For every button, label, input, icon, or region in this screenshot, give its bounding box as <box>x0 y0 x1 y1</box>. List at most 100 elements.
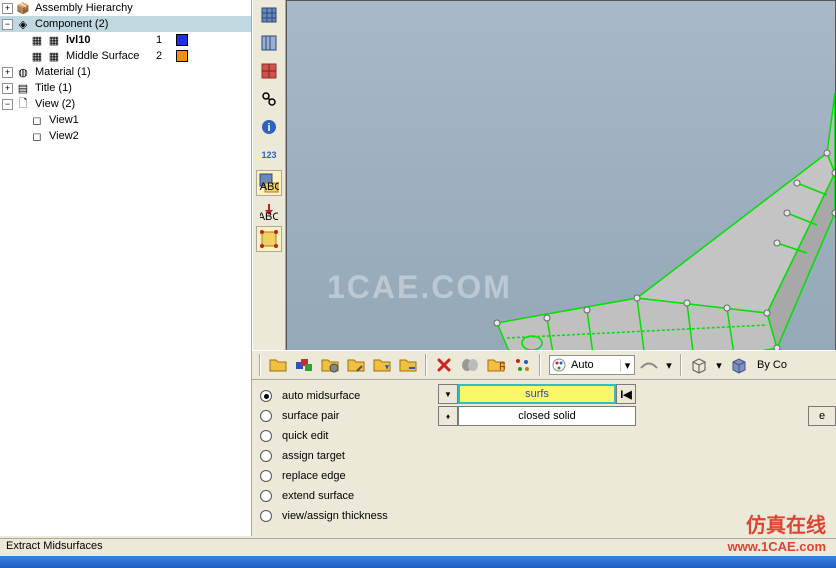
assembly-icon: 📦 <box>16 1 30 15</box>
dropdown-icon[interactable]: ▾ <box>620 359 634 372</box>
status-bar: Extract Midsurfaces <box>0 538 836 556</box>
tree-item-view-child[interactable]: ◻ View1 <box>0 112 251 128</box>
view-icon: 🗋 <box>16 97 30 111</box>
radio-icon[interactable] <box>260 430 272 442</box>
radio-icon[interactable] <box>260 490 272 502</box>
folder-ref-button[interactable]: R <box>484 353 508 377</box>
byco-label: By Co <box>757 359 787 371</box>
radio-label: surface pair <box>282 410 339 422</box>
component-index: 2 <box>156 50 162 62</box>
tree-label: lvl10 <box>64 34 92 46</box>
tree-label: Middle Surface <box>64 50 141 62</box>
tree-label: Material (1) <box>33 66 93 78</box>
tree-item-view[interactable]: − 🗋 View (2) <box>0 96 251 112</box>
taskbar[interactable] <box>0 556 836 568</box>
tree-item-comp-child[interactable]: ▦ ▦ Middle Surface 2 <box>0 48 251 64</box>
tree-item-component[interactable]: − ◈ Component (2) <box>0 16 251 32</box>
option-radio-row[interactable]: extend surface <box>260 486 828 506</box>
selector-toggle-button[interactable]: ♦ <box>438 406 458 426</box>
arrow-down-button[interactable]: ABC <box>256 198 282 224</box>
expand-icon[interactable]: + <box>2 3 13 14</box>
display-mode-3-button[interactable] <box>256 58 282 84</box>
folder-button[interactable] <box>266 353 290 377</box>
display-mode-1-button[interactable] <box>256 2 282 28</box>
status-text: Extract Midsurfaces <box>6 540 103 552</box>
tree-item-material[interactable]: + ◍ Material (1) <box>0 64 251 80</box>
selector-toggle-button[interactable]: ▼ <box>438 384 458 404</box>
tree-label: View (2) <box>33 98 77 110</box>
scatter-button[interactable] <box>510 353 534 377</box>
component-index: 1 <box>156 34 162 46</box>
collapse-icon[interactable]: − <box>2 19 13 30</box>
folder-wrench-button[interactable] <box>344 353 368 377</box>
mesh-icon: ▦ <box>47 33 61 47</box>
tree-label: Assembly Hierarchy <box>33 2 135 14</box>
svg-text:ABC: ABC <box>260 211 278 220</box>
radio-icon[interactable] <box>260 410 272 422</box>
dropdown-icon[interactable]: ▾ <box>663 353 675 377</box>
radio-label: extend surface <box>282 490 354 502</box>
tree-label: Component (2) <box>33 18 110 30</box>
color-swatch[interactable] <box>176 34 188 46</box>
shaded-button[interactable] <box>458 353 482 377</box>
find-button[interactable] <box>256 86 282 112</box>
tree-item-view-child[interactable]: ◻ View2 <box>0 128 251 144</box>
view-icon: ◻ <box>30 113 44 127</box>
svg-text:i: i <box>267 122 270 134</box>
material-icon: ◍ <box>16 65 30 79</box>
folder-arrow-button[interactable] <box>396 353 420 377</box>
color-swatch[interactable] <box>176 50 188 62</box>
svg-text:ABC: ABC <box>260 181 279 193</box>
radio-icon[interactable] <box>260 390 272 402</box>
components-button[interactable] <box>292 353 316 377</box>
radio-label: assign target <box>282 450 345 462</box>
horizontal-toolbar: R Auto ▾ ▾ ▾ By Co <box>252 350 836 380</box>
tree-item-title[interactable]: + ▤ Title (1) <box>0 80 251 96</box>
radio-label: view/assign thickness <box>282 510 388 522</box>
auto-color-combo[interactable]: Auto ▾ <box>549 355 635 375</box>
label-abc-button[interactable]: ABC <box>256 170 282 196</box>
option-radio-row[interactable]: assign target <box>260 446 828 466</box>
radio-icon[interactable] <box>260 470 272 482</box>
tree-label: Title (1) <box>33 82 74 94</box>
closed-solid-selector[interactable]: closed solid <box>458 406 636 426</box>
model-tree[interactable]: + 📦 Assembly Hierarchy − ◈ Component (2)… <box>0 0 252 536</box>
shaded-cube-button[interactable] <box>727 353 751 377</box>
watermark-url: www.1CAE.com <box>728 539 826 554</box>
display-mode-2-button[interactable] <box>256 30 282 56</box>
title-icon: ▤ <box>16 81 30 95</box>
folder-down-button[interactable] <box>370 353 394 377</box>
delete-button[interactable] <box>432 353 456 377</box>
radio-icon[interactable] <box>260 510 272 522</box>
watermark: 1CAE.COM <box>327 269 512 306</box>
info-button[interactable]: i <box>256 114 282 140</box>
collapse-icon[interactable]: − <box>2 99 13 110</box>
mesh-icon: ▦ <box>30 33 44 47</box>
wireframe-cube-button[interactable] <box>687 353 711 377</box>
option-radio-row[interactable]: view/assign thickness <box>260 506 828 526</box>
tree-item-assembly[interactable]: + 📦 Assembly Hierarchy <box>0 0 251 16</box>
palette-icon <box>550 358 568 372</box>
svg-text:R: R <box>499 361 505 373</box>
component-icon: ◈ <box>16 17 30 31</box>
radio-label: auto midsurface <box>282 390 360 402</box>
option-radio-row[interactable]: replace edge <box>260 466 828 486</box>
surface-button[interactable] <box>637 353 661 377</box>
tree-label: View1 <box>47 114 81 126</box>
reset-selection-button[interactable]: I◀ <box>616 384 636 404</box>
tree-item-comp-child[interactable]: ▦ ▦ lvl10 1 <box>0 32 251 48</box>
view-icon: ◻ <box>30 129 44 143</box>
numbers-button[interactable]: 123 <box>256 142 282 168</box>
folder-gear-button[interactable] <box>318 353 342 377</box>
expand-icon[interactable]: + <box>2 67 13 78</box>
extract-button[interactable]: e <box>808 406 836 426</box>
dropdown-icon[interactable]: ▾ <box>713 353 725 377</box>
expand-icon[interactable]: + <box>2 83 13 94</box>
surfs-selector[interactable]: surfs <box>458 384 616 404</box>
radio-icon[interactable] <box>260 450 272 462</box>
option-radio-row[interactable]: quick edit <box>260 426 828 446</box>
radio-label: quick edit <box>282 430 328 442</box>
tree-label: View2 <box>47 130 81 142</box>
select-rect-button[interactable] <box>256 226 282 252</box>
mesh-icon: ▦ <box>30 49 44 63</box>
